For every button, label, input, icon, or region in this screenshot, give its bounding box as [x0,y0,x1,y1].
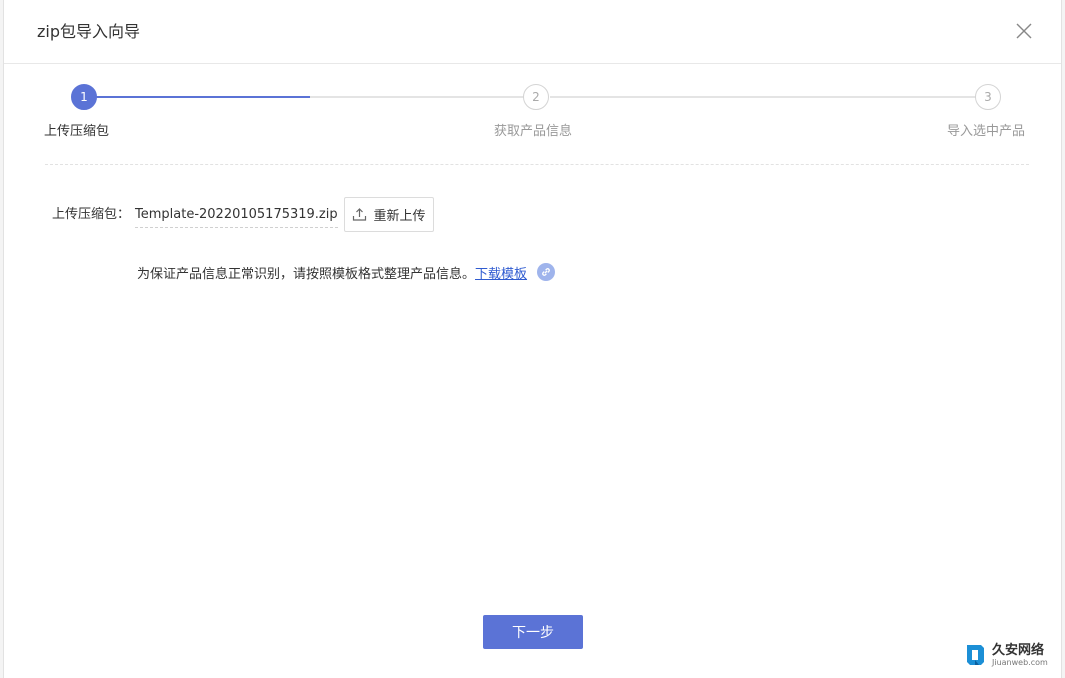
uploaded-file-name: Template-20220105175319.zip [135,206,338,228]
wizard-steps: 1 2 3 上传压缩包 获取产品信息 导入选中产品 [4,64,1061,164]
close-icon [1016,23,1032,39]
hint-text: 为保证产品信息正常识别，请按照模板格式整理产品信息。 [137,266,476,282]
reupload-button[interactable]: 重新上传 [344,197,434,232]
upload-icon [353,208,367,221]
next-step-button[interactable]: 下一步 [483,615,583,649]
backdrop-right [1061,0,1065,678]
step-3-circle: 3 [975,84,1001,110]
step-1-label: 上传压缩包 [44,124,110,139]
link-glyph [542,268,550,276]
step-progress-line [96,96,310,98]
step-2-circle: 2 [523,84,549,110]
dialog-title: zip包导入向导 [37,22,141,41]
watermark-text: 久安网络 Jiuanweb.com [992,644,1048,667]
step-3-label: 导入选中产品 [947,124,1026,139]
upload-label: 上传压缩包： [52,207,131,222]
import-wizard-dialog: zip包导入向导 1 2 3 上传压缩包 获取产品信息 导入选中产品 上传压缩包… [4,0,1061,678]
template-hint: 为保证产品信息正常识别，请按照模板格式整理产品信息。 下载模板 [137,262,556,282]
watermark-domain: Jiuanweb.com [992,657,1048,667]
dialog-header: zip包导入向导 [4,0,1061,64]
steps-divider [45,164,1029,165]
step-1-circle: 1 [71,84,97,110]
watermark: 久安网络 Jiuanweb.com [962,640,1054,670]
step-line-1-2 [310,96,524,98]
download-template-link[interactable]: 下载模板 [475,263,527,282]
watermark-logo-icon [967,645,984,665]
link-icon[interactable] [537,263,556,281]
reupload-button-label: 重新上传 [373,209,426,224]
close-button[interactable] [1013,20,1035,42]
step-2-label: 获取产品信息 [494,124,573,139]
watermark-name: 久安网络 [992,642,1045,658]
step-line-2-3 [550,96,976,98]
